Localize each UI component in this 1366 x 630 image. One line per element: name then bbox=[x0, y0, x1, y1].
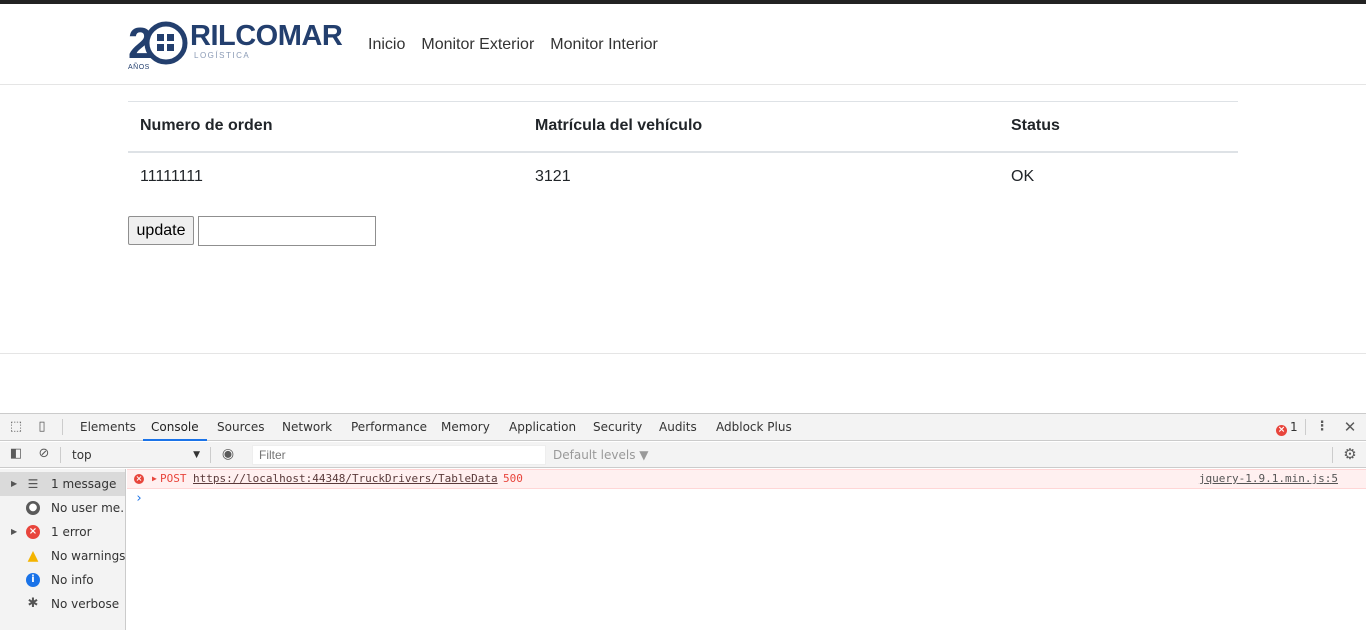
request-url-link[interactable]: https://localhost:44348/TruckDrivers/Tab… bbox=[193, 470, 498, 488]
clear-console-icon[interactable]: ⊘ bbox=[36, 446, 52, 462]
error-icon: × bbox=[26, 525, 40, 539]
rilcomar-logo[interactable]: 2 RILCOMAR LOGÍSTICA AÑOS bbox=[128, 16, 348, 76]
tab-elements[interactable]: Elements bbox=[80, 414, 136, 441]
sidebar-toggle-icon[interactable]: ◧ bbox=[8, 446, 24, 462]
expand-arrow-icon: ▶ bbox=[11, 527, 18, 536]
update-button[interactable]: update bbox=[128, 216, 194, 245]
nav-monitor-exterior[interactable]: Monitor Exterior bbox=[421, 35, 534, 55]
info-icon: i bbox=[26, 573, 40, 587]
device-toolbar-icon[interactable]: ▯ bbox=[34, 419, 50, 435]
table-header-row: Numero de orden Matrícula del vehículo S… bbox=[128, 101, 1238, 152]
toolbar-divider bbox=[60, 447, 61, 463]
bug-icon: ✱ bbox=[27, 596, 39, 611]
sidebar-item-label: No info bbox=[51, 573, 94, 587]
inspect-element-icon[interactable]: ⬚ bbox=[8, 419, 24, 435]
console-toolbar: ◧ ⊘ top ▼ ◉ Default levels ▼ ⚙ bbox=[0, 442, 1366, 468]
update-input[interactable] bbox=[198, 216, 376, 246]
error-icon: × bbox=[1276, 425, 1287, 436]
expand-arrow-icon[interactable]: ▶ bbox=[152, 470, 157, 488]
nav-monitor-interior[interactable]: Monitor Interior bbox=[550, 35, 658, 55]
tab-security[interactable]: Security bbox=[593, 414, 642, 441]
orders-table: Numero de orden Matrícula del vehículo S… bbox=[128, 101, 1238, 202]
tab-application[interactable]: Application bbox=[509, 414, 576, 441]
sidebar-item-warnings[interactable]: ▲ No warnings bbox=[0, 544, 125, 568]
error-count: 1 bbox=[1290, 420, 1298, 434]
sidebar-item-info[interactable]: i No info bbox=[0, 568, 125, 592]
nav-inicio[interactable]: Inicio bbox=[368, 35, 405, 55]
filter-input[interactable] bbox=[252, 445, 546, 465]
header-numero-orden: Numero de orden bbox=[140, 117, 273, 135]
tab-sources[interactable]: Sources bbox=[217, 414, 264, 441]
tab-adblock-plus[interactable]: Adblock Plus bbox=[716, 414, 792, 441]
sidebar-item-label: 1 error bbox=[51, 525, 92, 539]
dropdown-arrow-icon: ▼ bbox=[193, 450, 200, 460]
sidebar-item-label: No verbose bbox=[51, 597, 120, 611]
status-code: 500 bbox=[503, 472, 523, 485]
logo-years: AÑOS bbox=[128, 64, 150, 71]
toolbar-divider bbox=[1305, 419, 1306, 435]
logo-20-emblem-icon: 2 bbox=[128, 19, 188, 68]
context-value: top bbox=[72, 448, 92, 462]
expand-arrow-icon: ▶ bbox=[11, 479, 18, 488]
page-divider bbox=[0, 353, 1366, 354]
table-row: 11111111 3121 OK bbox=[128, 152, 1238, 202]
tab-performance[interactable]: Performance bbox=[351, 414, 427, 441]
sidebar-item-label: 1 message bbox=[51, 477, 117, 491]
user-icon: ● bbox=[26, 501, 40, 515]
console-error-message[interactable]: × ▶ POST https://localhost:44348/TruckDr… bbox=[127, 469, 1366, 489]
tab-memory[interactable]: Memory bbox=[441, 414, 490, 441]
more-options-icon[interactable]: ⋮ bbox=[1314, 419, 1330, 435]
sidebar-item-label: No warnings bbox=[51, 549, 125, 563]
log-levels-dropdown[interactable]: Default levels ▼ bbox=[553, 445, 649, 465]
console-sidebar: ▶ ☰ 1 message ● No user me... ▶ × 1 erro… bbox=[0, 469, 126, 630]
tab-network[interactable]: Network bbox=[282, 414, 332, 441]
console-prompt-icon[interactable]: › bbox=[135, 491, 143, 506]
logo-subtitle: LOGÍSTICA bbox=[194, 51, 251, 60]
sidebar-item-user-messages[interactable]: ● No user me... bbox=[0, 496, 125, 520]
cell-numero-orden: 11111111 bbox=[140, 168, 203, 185]
warning-icon: ▲ bbox=[27, 548, 39, 564]
list-icon: ☰ bbox=[27, 477, 39, 491]
sidebar-item-verbose[interactable]: ✱ No verbose bbox=[0, 592, 125, 616]
error-icon: × bbox=[134, 474, 144, 484]
tab-console[interactable]: Console bbox=[143, 414, 207, 441]
eye-icon[interactable]: ◉ bbox=[220, 446, 236, 462]
console-output: × ▶ POST https://localhost:44348/TruckDr… bbox=[127, 469, 1366, 630]
request-method: POST bbox=[160, 472, 187, 485]
header-matricula: Matrícula del vehículo bbox=[535, 117, 703, 135]
context-selector[interactable]: top ▼ bbox=[66, 445, 206, 465]
sidebar-item-label: No user me... bbox=[51, 501, 125, 515]
devtools-panel: ⬚ ▯ Elements Console Sources Network Per… bbox=[0, 413, 1366, 630]
source-link[interactable]: jquery-1.9.1.min.js:5 bbox=[1199, 470, 1338, 488]
logo-name: RILCOMAR bbox=[190, 20, 343, 52]
navbar: 2 RILCOMAR LOGÍSTICA AÑOS Inicio Monitor… bbox=[0, 4, 1366, 85]
error-count-badge[interactable]: × 1 bbox=[1276, 414, 1298, 441]
sidebar-item-errors[interactable]: ▶ × 1 error bbox=[0, 520, 125, 544]
header-status: Status bbox=[1011, 117, 1060, 135]
devtools-tabbar: ⬚ ▯ Elements Console Sources Network Per… bbox=[0, 414, 1366, 441]
toolbar-divider bbox=[210, 447, 211, 463]
close-icon[interactable]: ✕ bbox=[1342, 419, 1358, 435]
toolbar-divider bbox=[62, 419, 63, 435]
tab-audits[interactable]: Audits bbox=[659, 414, 697, 441]
main-nav: Inicio Monitor Exterior Monitor Interior bbox=[368, 35, 674, 55]
settings-gear-icon[interactable]: ⚙ bbox=[1342, 446, 1358, 462]
cell-matricula: 3121 bbox=[535, 168, 571, 185]
sidebar-item-messages[interactable]: ▶ ☰ 1 message bbox=[0, 472, 125, 496]
cell-status: OK bbox=[1011, 168, 1035, 185]
toolbar-divider bbox=[1332, 447, 1333, 463]
